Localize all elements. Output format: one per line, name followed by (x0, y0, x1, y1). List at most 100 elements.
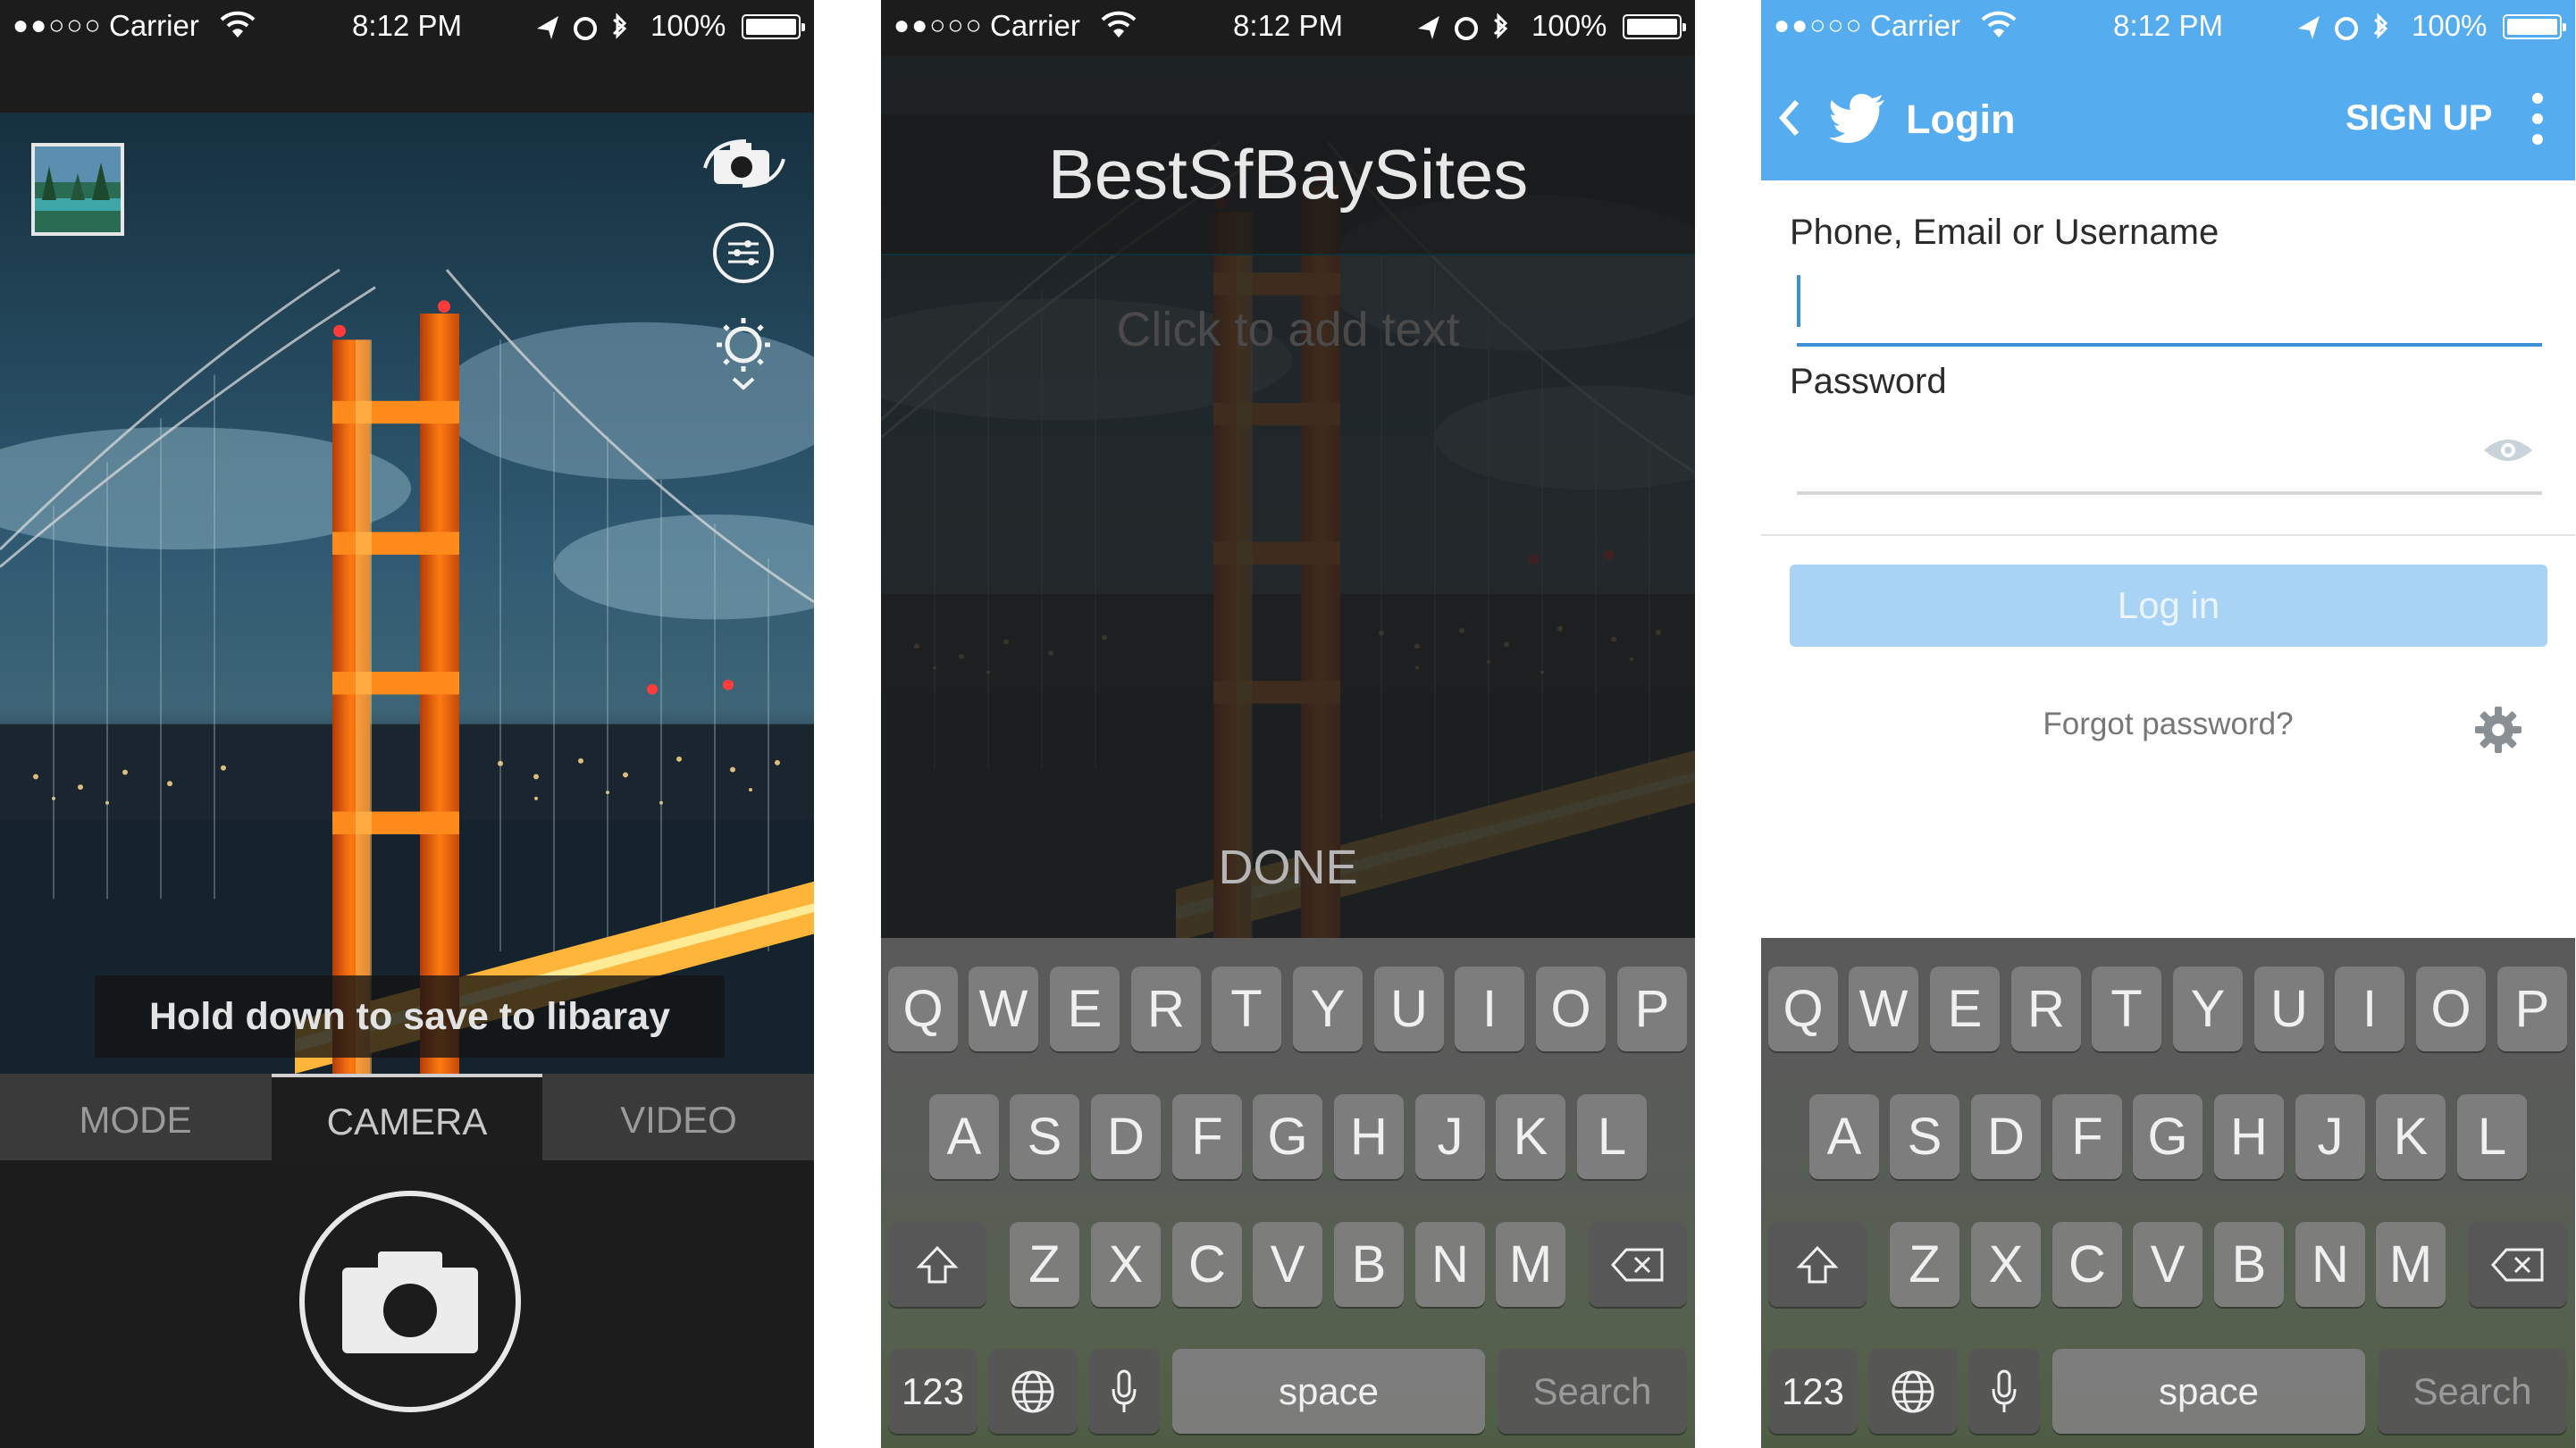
key-b[interactable]: B (1334, 1222, 1404, 1307)
battery-percent: 100% (2412, 9, 2488, 42)
dictation-key[interactable] (1968, 1349, 2040, 1434)
key-b[interactable]: B (2214, 1222, 2284, 1307)
status-bar: ●●○○○ Carrier 8:12 PM 100% (1761, 0, 2575, 55)
backspace-key[interactable] (2469, 1222, 2567, 1307)
key-a[interactable]: A (1809, 1094, 1879, 1179)
tab-video[interactable]: VIDEO (543, 1074, 814, 1160)
key-u[interactable]: U (1374, 967, 1444, 1051)
key-k[interactable]: K (1496, 1094, 1565, 1179)
forgot-password-link[interactable]: Forgot password? (1761, 707, 2575, 742)
tab-mode[interactable]: MODE (0, 1074, 271, 1160)
key-m[interactable]: M (2376, 1222, 2446, 1307)
key-w[interactable]: W (969, 967, 1038, 1051)
globe-key[interactable] (1868, 1349, 1958, 1434)
overlay-title[interactable]: BestSfBaySites (881, 134, 1695, 215)
last-photo-thumbnail[interactable] (31, 143, 124, 236)
chevron-left-icon[interactable] (1775, 98, 1802, 138)
numbers-key[interactable]: 123 (888, 1349, 978, 1434)
twitter-bird-icon (1829, 94, 1884, 143)
key-g[interactable]: G (2133, 1094, 2203, 1179)
shutter-button[interactable] (299, 1191, 521, 1412)
key-z[interactable]: Z (1890, 1222, 1959, 1307)
key-t[interactable]: T (2092, 967, 2161, 1051)
login-header: Login SIGN UP (1761, 55, 2575, 180)
alarm-icon (2335, 17, 2358, 40)
key-n[interactable]: N (2295, 1222, 2365, 1307)
battery-icon (2503, 14, 2566, 39)
key-p[interactable]: P (2497, 967, 2567, 1051)
space-key[interactable]: space (2052, 1349, 2365, 1434)
microphone-icon (1992, 1369, 2017, 1412)
battery-percent: 100% (650, 9, 726, 42)
key-j[interactable]: J (2295, 1094, 2365, 1179)
key-w[interactable]: W (1849, 967, 1918, 1051)
sign-up-button[interactable]: SIGN UP (2345, 98, 2492, 138)
more-options-icon[interactable] (2531, 91, 2544, 146)
add-text-placeholder[interactable]: Click to add text (881, 302, 1695, 357)
location-arrow-icon (1418, 16, 1439, 39)
key-m[interactable]: M (1496, 1222, 1565, 1307)
key-v[interactable]: V (2133, 1222, 2203, 1307)
key-l[interactable]: L (2457, 1094, 2527, 1179)
key-x[interactable]: X (1091, 1222, 1161, 1307)
password-field[interactable] (1797, 441, 2542, 495)
numbers-key[interactable]: 123 (1768, 1349, 1858, 1434)
key-p[interactable]: P (1617, 967, 1687, 1051)
key-z[interactable]: Z (1010, 1222, 1079, 1307)
key-h[interactable]: H (2214, 1094, 2284, 1179)
done-button[interactable]: DONE (881, 840, 1695, 895)
microphone-icon (1112, 1369, 1137, 1412)
key-q[interactable]: Q (888, 967, 958, 1051)
dictation-key[interactable] (1088, 1349, 1160, 1434)
key-n[interactable]: N (1415, 1222, 1485, 1307)
brightness-icon[interactable] (712, 314, 775, 391)
globe-key[interactable] (988, 1349, 1078, 1434)
key-i[interactable]: I (1455, 967, 1524, 1051)
key-v[interactable]: V (1253, 1222, 1322, 1307)
key-x[interactable]: X (1971, 1222, 2041, 1307)
key-t[interactable]: T (1212, 967, 1281, 1051)
key-s[interactable]: S (1010, 1094, 1079, 1179)
viewfinder[interactable] (0, 113, 814, 1074)
gear-icon[interactable] (2474, 706, 2522, 754)
key-r[interactable]: R (2011, 967, 2081, 1051)
key-d[interactable]: D (1971, 1094, 2041, 1179)
space-key[interactable]: space (1172, 1349, 1485, 1434)
key-l[interactable]: L (1577, 1094, 1647, 1179)
key-a[interactable]: A (929, 1094, 999, 1179)
search-key[interactable]: Search (1498, 1349, 1687, 1434)
log-in-button[interactable]: Log in (1790, 565, 2547, 647)
battery-icon (1623, 14, 1686, 39)
login-title: Login (1906, 96, 2016, 142)
key-c[interactable]: C (1172, 1222, 1242, 1307)
key-j[interactable]: J (1415, 1094, 1485, 1179)
shift-key[interactable] (1768, 1222, 1867, 1307)
key-r[interactable]: R (1131, 967, 1201, 1051)
key-f[interactable]: F (2052, 1094, 2122, 1179)
key-y[interactable]: Y (1293, 967, 1363, 1051)
show-password-icon[interactable] (2481, 432, 2535, 468)
key-e[interactable]: E (1930, 967, 2000, 1051)
key-o[interactable]: O (2416, 967, 2486, 1051)
key-i[interactable]: I (2335, 967, 2404, 1051)
search-key[interactable]: Search (2378, 1349, 2567, 1434)
key-h[interactable]: H (1334, 1094, 1404, 1179)
key-y[interactable]: Y (2173, 967, 2243, 1051)
username-field[interactable] (1797, 293, 2542, 347)
key-d[interactable]: D (1091, 1094, 1161, 1179)
adjustments-icon[interactable] (712, 222, 775, 284)
shift-key[interactable] (888, 1222, 986, 1307)
flip-camera-icon[interactable] (701, 134, 787, 191)
key-e[interactable]: E (1050, 967, 1120, 1051)
key-f[interactable]: F (1172, 1094, 1242, 1179)
key-c[interactable]: C (2052, 1222, 2122, 1307)
key-k[interactable]: K (2376, 1094, 2446, 1179)
key-q[interactable]: Q (1768, 967, 1838, 1051)
key-g[interactable]: G (1253, 1094, 1322, 1179)
key-o[interactable]: O (1536, 967, 1606, 1051)
backspace-key[interactable] (1589, 1222, 1687, 1307)
camera-icon (342, 1251, 478, 1353)
tab-camera[interactable]: CAMERA (272, 1074, 542, 1160)
key-s[interactable]: S (1890, 1094, 1959, 1179)
key-u[interactable]: U (2254, 967, 2324, 1051)
